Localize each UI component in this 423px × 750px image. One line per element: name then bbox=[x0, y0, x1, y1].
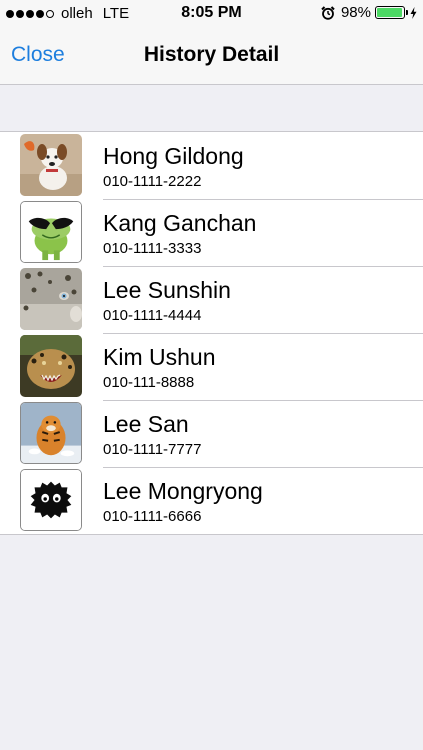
list-item[interactable]: Lee San 010-1111-7777 bbox=[0, 400, 423, 467]
avatar bbox=[20, 268, 82, 330]
avatar bbox=[20, 402, 82, 464]
contact-phone: 010-1111-3333 bbox=[103, 240, 202, 257]
avatar bbox=[20, 201, 82, 263]
page-title: History Detail bbox=[143, 43, 280, 66]
avatar bbox=[20, 335, 82, 397]
status-right: 98% bbox=[321, 4, 417, 21]
contact-name: Lee San bbox=[103, 411, 189, 437]
status-bar: olleh LTE 8:05 PM 98% bbox=[0, 0, 423, 28]
contact-name: Lee Sunshin bbox=[103, 277, 231, 303]
charging-icon bbox=[410, 6, 417, 19]
battery-fill bbox=[377, 8, 403, 17]
roaring-leopard-photo bbox=[20, 335, 82, 397]
history-list: Hong Gildong 010-1111-2222 Kang Ganchan … bbox=[0, 131, 423, 535]
puppy-photo bbox=[20, 134, 82, 196]
contact-name: Hong Gildong bbox=[103, 143, 244, 169]
list-item[interactable]: Lee Sunshin 010-1111-4444 bbox=[0, 266, 423, 333]
contact-name: Kang Ganchan bbox=[103, 210, 257, 236]
contact-phone: 010-1111-2222 bbox=[103, 173, 202, 190]
navigation-bar: Close History Detail bbox=[0, 28, 423, 85]
black-fuzzball-photo bbox=[21, 470, 81, 530]
contact-phone: 010-1111-7777 bbox=[103, 441, 202, 458]
battery-icon bbox=[375, 6, 408, 19]
list-item[interactable]: Lee Mongryong 010-1111-6666 bbox=[0, 467, 423, 534]
alarm-icon bbox=[321, 5, 335, 20]
frog-sunglasses-photo bbox=[21, 202, 81, 262]
contact-phone: 010-1111-4444 bbox=[103, 307, 202, 324]
list-item[interactable]: Hong Gildong 010-1111-2222 bbox=[0, 132, 423, 199]
avatar bbox=[20, 134, 82, 196]
list-item[interactable]: Kang Ganchan 010-1111-3333 bbox=[0, 199, 423, 266]
contact-phone: 010-1111-6666 bbox=[103, 508, 202, 525]
tiger-snow-photo bbox=[21, 403, 81, 463]
battery-percent: 98% bbox=[340, 4, 371, 21]
contact-name: Lee Mongryong bbox=[103, 478, 263, 504]
leopard-photo bbox=[20, 268, 82, 330]
contact-name: Kim Ushun bbox=[103, 344, 216, 370]
avatar bbox=[20, 469, 82, 531]
list-item[interactable]: Kim Ushun 010-111-8888 bbox=[0, 333, 423, 400]
contact-phone: 010-111-8888 bbox=[103, 374, 195, 391]
